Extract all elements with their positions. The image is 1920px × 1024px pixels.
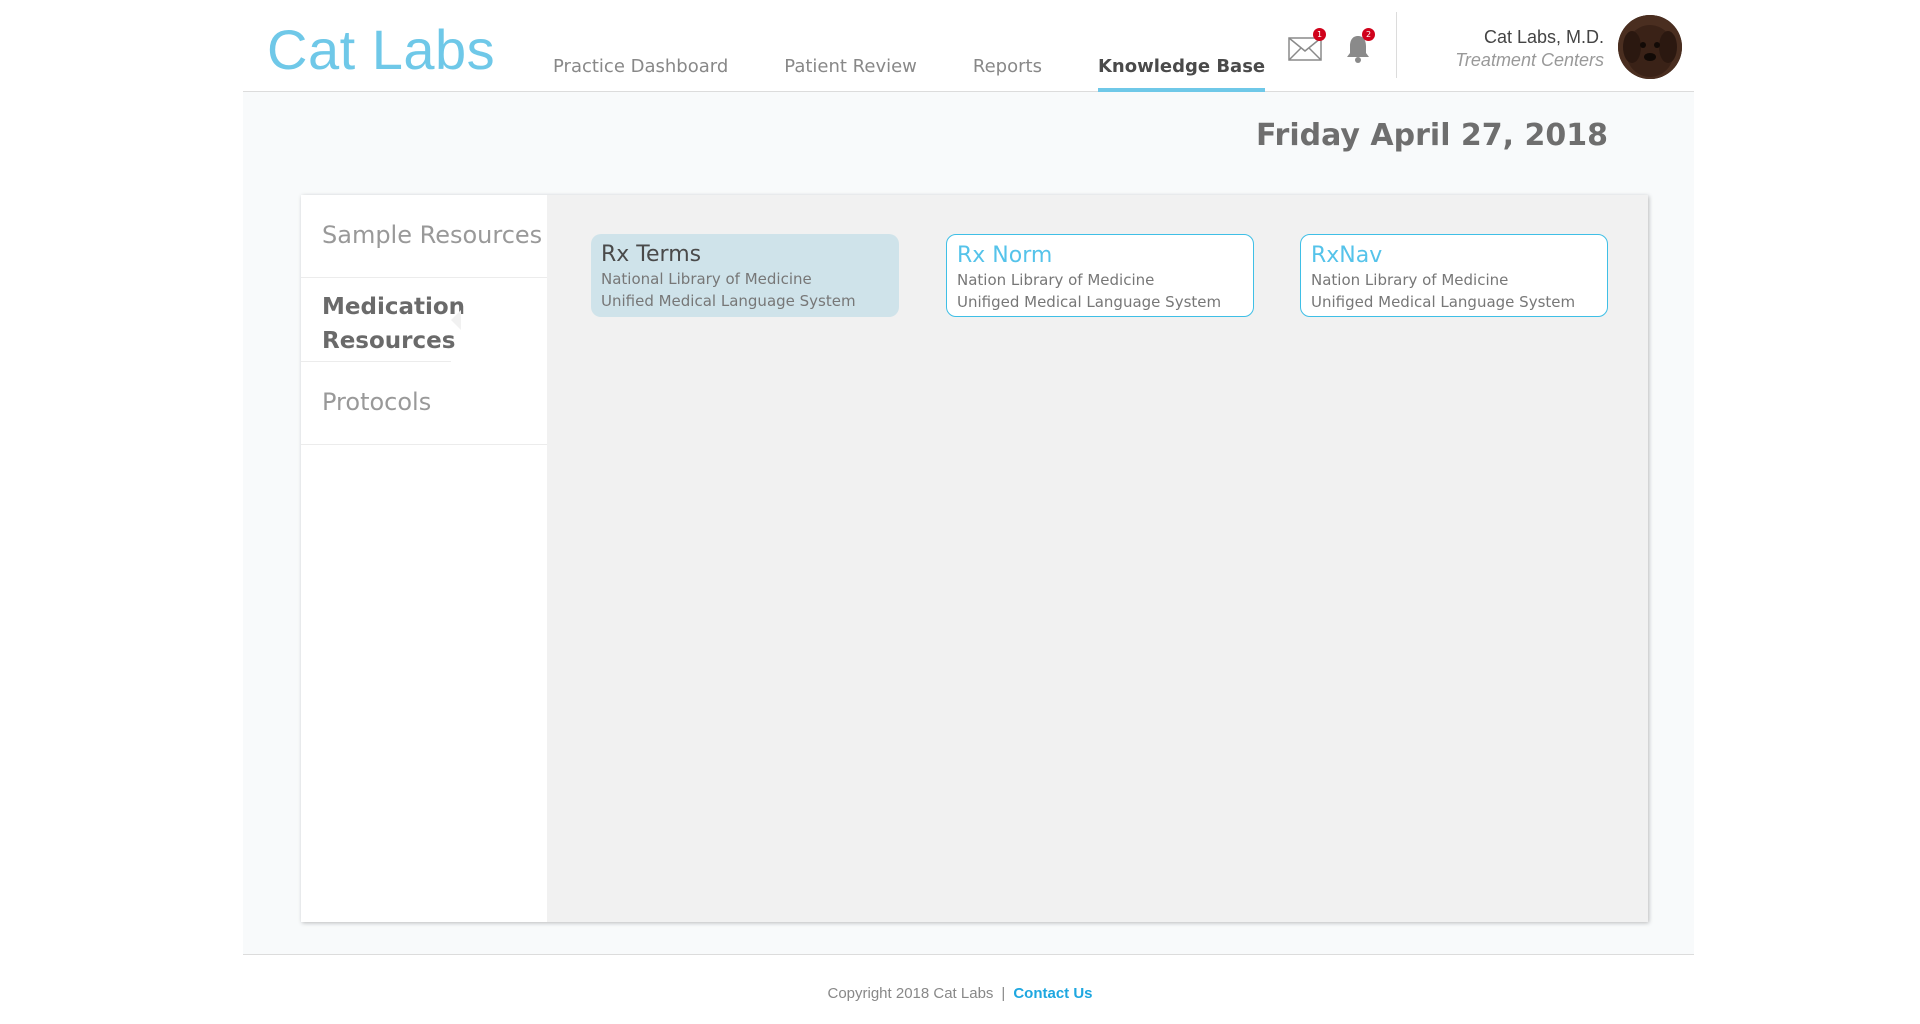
sidebar-item-sample-resources[interactable]: Sample Resources bbox=[301, 195, 547, 278]
top-header: Cat Labs Practice Dashboard Patient Revi… bbox=[243, 0, 1694, 92]
resource-card-rx-norm[interactable]: Rx Norm Nation Library of Medicine Unifi… bbox=[946, 234, 1254, 317]
mail-icon[interactable]: 1 bbox=[1288, 28, 1328, 66]
footer: Copyright 2018 Cat Labs | Contact Us bbox=[0, 985, 1920, 1002]
resource-card-rxnav[interactable]: RxNav Nation Library of Medicine Unifige… bbox=[1300, 234, 1608, 317]
card-line: Nation Library of Medicine bbox=[1311, 271, 1509, 289]
resource-card-rx-terms[interactable]: Rx Terms National Library of Medicine Un… bbox=[591, 234, 899, 317]
nav-knowledge-base[interactable]: Knowledge Base bbox=[1097, 54, 1266, 92]
nav-patient-review[interactable]: Patient Review bbox=[784, 54, 917, 92]
sidebar-item-protocols[interactable]: Protocols bbox=[301, 362, 547, 445]
nav-practice-dashboard[interactable]: Practice Dashboard bbox=[553, 54, 728, 92]
sidebar-item-medication-resources[interactable]: Medication Resources bbox=[301, 278, 465, 362]
card-title: Rx Terms bbox=[601, 242, 702, 267]
copyright-text: Copyright 2018 Cat Labs bbox=[827, 985, 994, 1002]
card-line: Unifiged Medical Language System bbox=[1311, 293, 1576, 311]
footer-divider bbox=[243, 954, 1694, 955]
card-line: National Library of Medicine bbox=[601, 270, 812, 288]
card-line: Nation Library of Medicine bbox=[957, 271, 1155, 289]
card-title: Rx Norm bbox=[957, 243, 1053, 268]
header-divider bbox=[1396, 12, 1397, 78]
bell-icon[interactable]: 2 bbox=[1341, 28, 1381, 66]
page-date: Friday April 27, 2018 bbox=[1255, 118, 1608, 153]
card-line: Unified Medical Language System bbox=[601, 292, 856, 310]
user-name: Cat Labs, M.D. bbox=[1483, 27, 1604, 47]
main-nav: Practice Dashboard Patient Review Report… bbox=[553, 54, 1321, 92]
alert-badge: 2 bbox=[1362, 28, 1375, 41]
user-subtitle: Treatment Centers bbox=[1455, 50, 1604, 70]
mail-badge: 1 bbox=[1313, 28, 1326, 41]
nav-reports[interactable]: Reports bbox=[973, 54, 1042, 92]
footer-separator: | bbox=[1001, 985, 1006, 1002]
avatar[interactable] bbox=[1618, 15, 1682, 79]
contact-us-link[interactable]: Contact Us bbox=[1013, 985, 1092, 1002]
card-title: RxNav bbox=[1311, 243, 1383, 268]
card-line: Unifiged Medical Language System bbox=[957, 293, 1222, 311]
brand-logo[interactable]: Cat Labs bbox=[267, 18, 495, 82]
resource-sidebar: Sample Resources Medication Resources Pr… bbox=[301, 195, 547, 922]
resources-panel: Sample Resources Medication Resources Pr… bbox=[301, 195, 1648, 922]
